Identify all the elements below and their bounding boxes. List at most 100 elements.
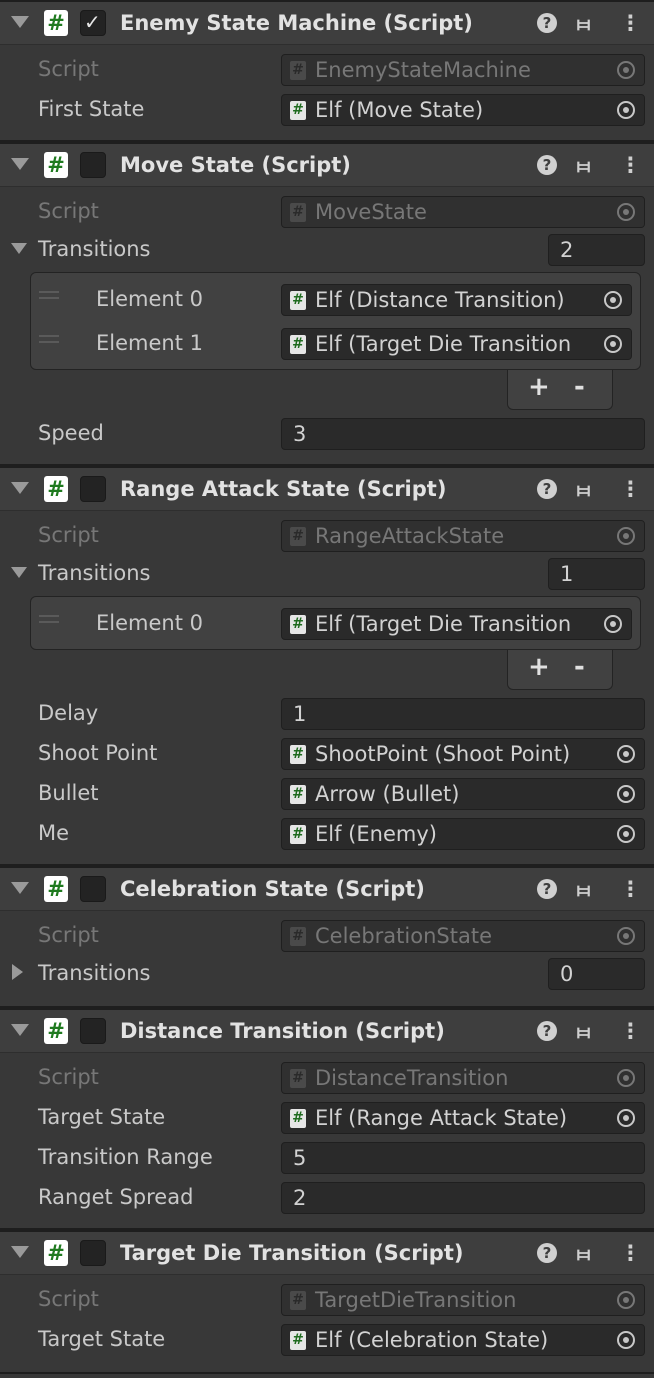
component-header-distance-transition[interactable]: # Distance Transition (Script) ? ⧦ ⋮ (0, 1008, 654, 1053)
foldout-arrow-icon[interactable] (11, 482, 29, 494)
enable-checkbox[interactable] (80, 876, 106, 902)
bullet-field[interactable]: # Arrow (Bullet) (281, 778, 645, 810)
kebab-menu-icon[interactable]: ⋮ (620, 11, 641, 35)
enable-checkbox[interactable] (80, 1018, 106, 1044)
help-icon[interactable]: ? (537, 479, 557, 499)
hash-icon: # (290, 785, 306, 804)
script-hash-icon: # (44, 476, 68, 502)
remove-element-button[interactable]: - (574, 652, 585, 682)
component-header-celebration-state[interactable]: # Celebration State (Script) ? ⧦ ⋮ (0, 866, 654, 911)
preset-icon[interactable]: ⧦ (577, 877, 590, 902)
delay-field[interactable]: 1 (281, 698, 645, 730)
kebab-menu-icon[interactable]: ⋮ (620, 477, 641, 501)
hash-icon: # (290, 203, 306, 222)
script-value: CelebrationState (315, 924, 492, 948)
add-element-button[interactable]: + (528, 652, 550, 682)
enable-checkbox[interactable] (80, 1240, 106, 1266)
transitions-row: Transitions 0 (0, 954, 654, 994)
me-field[interactable]: # Elf (Enemy) (281, 818, 645, 850)
object-picker-icon[interactable] (595, 609, 631, 639)
object-picker-icon[interactable] (595, 329, 631, 359)
hash-icon: # (290, 61, 306, 80)
transitions-label[interactable]: Transitions (38, 961, 151, 985)
script-label: Script (38, 57, 99, 81)
shoot-point-field[interactable]: # ShootPoint (Shoot Point) (281, 738, 645, 770)
transition-range-row: Transition Range 5 (0, 1138, 654, 1178)
transitions-foldout-icon[interactable] (12, 964, 23, 980)
kebab-menu-icon[interactable]: ⋮ (620, 153, 641, 177)
script-label: Script (38, 923, 99, 947)
script-hash-icon: # (44, 1018, 68, 1044)
remove-element-button[interactable]: - (574, 372, 585, 402)
target-state-value: Elf (Range Attack State) (315, 1106, 568, 1130)
hash-icon: # (290, 527, 306, 546)
enable-checkbox[interactable] (80, 476, 106, 502)
target-state-field[interactable]: # Elf (Celebration State) (281, 1324, 645, 1356)
first-state-field[interactable]: # Elf (Move State) (281, 94, 645, 126)
help-icon[interactable]: ? (537, 155, 557, 175)
component-title: Move State (Script) (120, 153, 351, 177)
element-field[interactable]: # Elf (Target Die Transition (281, 328, 632, 360)
list-footer: + - (507, 370, 613, 410)
object-picker-icon (608, 521, 644, 551)
object-picker-icon[interactable] (608, 1103, 644, 1133)
target-state-field[interactable]: # Elf (Range Attack State) (281, 1102, 645, 1134)
preset-icon[interactable]: ⧦ (577, 1241, 590, 1266)
object-picker-icon[interactable] (608, 739, 644, 769)
transition-range-field[interactable]: 5 (281, 1142, 645, 1174)
preset-icon[interactable]: ⧦ (577, 153, 590, 178)
script-row: Script # MoveState (0, 192, 654, 232)
transitions-row: Transitions 2 (0, 230, 654, 270)
foldout-arrow-icon[interactable] (11, 1246, 29, 1258)
component-header-enemy-state-machine[interactable]: # ✓ Enemy State Machine (Script) ? ⧦ ⋮ (0, 0, 654, 45)
kebab-menu-icon[interactable]: ⋮ (620, 877, 641, 901)
help-icon[interactable]: ? (537, 879, 557, 899)
foldout-arrow-icon[interactable] (11, 1024, 29, 1036)
script-value: DistanceTransition (315, 1066, 509, 1090)
preset-icon[interactable]: ⧦ (577, 477, 590, 502)
ranget-spread-field[interactable]: 2 (281, 1182, 645, 1214)
kebab-menu-icon[interactable]: ⋮ (620, 1241, 641, 1265)
help-icon[interactable]: ? (537, 1021, 557, 1041)
element-field[interactable]: # Elf (Target Die Transition (281, 608, 632, 640)
speed-value: 3 (293, 422, 307, 446)
object-picker-icon[interactable] (608, 95, 644, 125)
transitions-label[interactable]: Transitions (38, 561, 151, 585)
transitions-foldout-icon[interactable] (11, 243, 27, 254)
object-picker-icon[interactable] (608, 1325, 644, 1355)
speed-field[interactable]: 3 (281, 418, 645, 450)
script-row: Script # EnemyStateMachine (0, 50, 654, 90)
foldout-arrow-icon[interactable] (11, 16, 29, 28)
transitions-count-field[interactable]: 0 (548, 958, 645, 990)
component-header-target-die-transition[interactable]: # Target Die Transition (Script) ? ⧦ ⋮ (0, 1230, 654, 1275)
object-picker-icon (608, 921, 644, 951)
transitions-label[interactable]: Transitions (38, 237, 151, 261)
shoot-point-label: Shoot Point (38, 741, 158, 765)
foldout-arrow-icon[interactable] (11, 882, 29, 894)
transitions-foldout-icon[interactable] (11, 567, 27, 578)
component-header-move-state[interactable]: # Move State (Script) ? ⧦ ⋮ (0, 142, 654, 187)
preset-icon[interactable]: ⧦ (577, 11, 590, 36)
add-element-button[interactable]: + (528, 372, 550, 402)
help-icon[interactable]: ? (537, 13, 557, 33)
object-picker-icon[interactable] (595, 285, 631, 315)
list-item: Element 0 # Elf (Distance Transition) (0, 280, 654, 320)
preset-icon[interactable]: ⧦ (577, 1019, 590, 1044)
enable-checkbox[interactable]: ✓ (80, 10, 106, 36)
help-icon[interactable]: ? (537, 1243, 557, 1263)
script-field: # TargetDieTransition (281, 1284, 645, 1316)
foldout-arrow-icon[interactable] (11, 158, 29, 170)
enable-checkbox[interactable] (80, 152, 106, 178)
kebab-menu-icon[interactable]: ⋮ (620, 1019, 641, 1043)
checkmark-icon: ✓ (84, 10, 101, 34)
element-field[interactable]: # Elf (Distance Transition) (281, 284, 632, 316)
object-picker-icon[interactable] (608, 779, 644, 809)
script-field: # EnemyStateMachine (281, 54, 645, 86)
transitions-count-field[interactable]: 2 (548, 234, 645, 266)
transitions-count: 0 (560, 962, 574, 986)
delay-value: 1 (293, 702, 307, 726)
transitions-count-field[interactable]: 1 (548, 558, 645, 590)
element-label: Element 1 (96, 331, 203, 355)
component-header-range-attack-state[interactable]: # Range Attack State (Script) ? ⧦ ⋮ (0, 466, 654, 511)
object-picker-icon[interactable] (608, 819, 644, 849)
